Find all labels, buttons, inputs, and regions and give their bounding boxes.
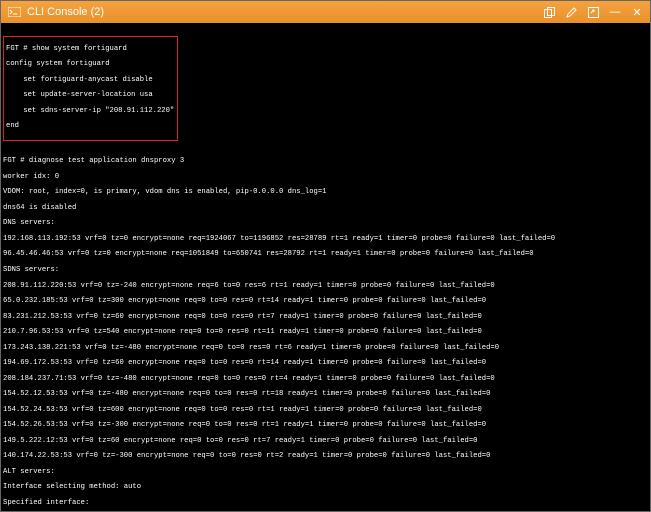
terminal-line: ALT servers: bbox=[3, 469, 646, 477]
edit-icon[interactable] bbox=[564, 5, 578, 19]
copy-icon[interactable] bbox=[542, 5, 556, 19]
terminal-line: 192.168.113.192:53 vrf=0 tz=0 encrypt=no… bbox=[3, 236, 646, 244]
close-icon[interactable]: ✕ bbox=[630, 5, 644, 19]
window-title: CLI Console (2) bbox=[27, 6, 104, 18]
terminal-line: set update-server-location usa bbox=[6, 92, 174, 100]
terminal-line: 154.52.12.53:53 vrf=0 tz=-480 encrypt=no… bbox=[3, 391, 646, 399]
terminal-line: 208.91.112.220:53 vrf=0 tz=-240 encrypt=… bbox=[3, 283, 646, 291]
terminal-line: 65.0.232.185:53 vrf=0 tz=300 encrypt=non… bbox=[3, 298, 646, 306]
terminal-line: end bbox=[6, 123, 174, 131]
terminal-line: 149.5.222.12:53 vrf=0 tz=60 encrypt=none… bbox=[3, 438, 646, 446]
terminal-line: 210.7.96.53:53 vrf=0 tz=540 encrypt=none… bbox=[3, 329, 646, 337]
terminal-line: DNS servers: bbox=[3, 220, 646, 228]
terminal-line: FGT # show system fortiguard bbox=[6, 46, 174, 54]
terminal-line: 140.174.22.53:53 vrf=0 tz=-300 encrypt=n… bbox=[3, 453, 646, 461]
config-highlight-box: FGT # show system fortiguard config syst… bbox=[3, 36, 178, 141]
terminal-line: 194.69.172.53:53 vrf=0 tz=60 encrypt=non… bbox=[3, 360, 646, 368]
terminal-line: set sdns-server-ip "208.91.112.220" bbox=[6, 108, 174, 116]
terminal-line: 208.184.237.71:53 vrf=0 tz=-480 encrypt=… bbox=[3, 376, 646, 384]
terminal-line: set fortiguard-anycast disable bbox=[6, 77, 174, 85]
detach-icon[interactable] bbox=[586, 5, 600, 19]
terminal-line: 154.52.26.53:53 vrf=0 tz=-300 encrypt=no… bbox=[3, 422, 646, 430]
terminal-line: dns64 is disabled bbox=[3, 205, 646, 213]
minimize-icon[interactable]: — bbox=[608, 5, 622, 19]
terminal-line: 96.45.46.46:53 vrf=0 tz=0 encrypt=none r… bbox=[3, 251, 646, 259]
terminal-line: Interface selecting method: auto bbox=[3, 484, 646, 492]
terminal-line: 173.243.138.221:53 vrf=0 tz=-480 encrypt… bbox=[3, 345, 646, 353]
terminal-line: FGT # diagnose test application dnsproxy… bbox=[3, 158, 646, 166]
terminal-icon bbox=[7, 5, 21, 19]
terminal-line: SDNS servers: bbox=[3, 267, 646, 275]
titlebar: CLI Console (2) — ✕ bbox=[1, 1, 650, 23]
terminal-line: Specified interface: bbox=[3, 500, 646, 508]
terminal-line: 83.231.212.53:53 vrf=0 tz=60 encrypt=non… bbox=[3, 314, 646, 322]
terminal-line: config system fortiguard bbox=[6, 61, 174, 69]
terminal-line: worker idx: 0 bbox=[3, 174, 646, 182]
terminal-line bbox=[3, 143, 646, 151]
terminal-line: VDOM: root, index=0, is primary, vdom dn… bbox=[3, 189, 646, 197]
terminal-content[interactable]: FGT # show system fortiguard config syst… bbox=[1, 23, 650, 511]
terminal-line: 154.52.24.53:53 vrf=0 tz=600 encrypt=non… bbox=[3, 407, 646, 415]
